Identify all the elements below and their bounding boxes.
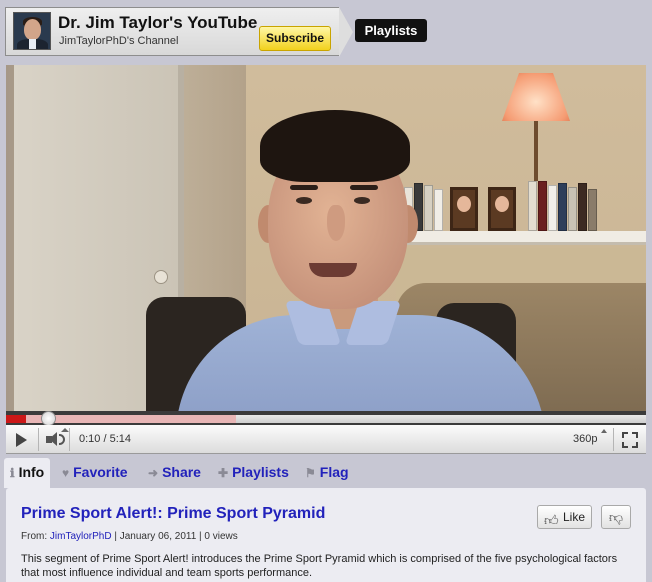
quality-menu-icon[interactable] [601,429,607,433]
tab-info[interactable]: ℹ Info [4,458,51,488]
author-link[interactable]: JimTaylorPhD [50,531,112,542]
time-display: 0:10 / 5:14 [79,433,131,445]
like-button[interactable]: 👍︎ Like [537,505,592,529]
video-meta: From: JimTaylorPhD | January 06, 2011 | … [21,531,238,542]
tab-favorite[interactable]: ♥ Favorite [62,458,128,488]
from-label: From: [21,531,48,542]
progress-bar[interactable] [6,411,646,426]
info-icon: ℹ [10,466,15,480]
channel-banner: Dr. Jim Taylor's YouTube JimTaylorPhD's … [5,7,353,57]
fullscreen-icon[interactable] [622,432,638,448]
tab-playlists[interactable]: ✚ Playlists [218,458,289,488]
video-title[interactable]: Prime Sport Alert!: Prime Sport Pyramid [21,505,325,523]
subscribe-button[interactable]: Subscribe [259,26,331,51]
video-description: This segment of Prime Sport Alert! intro… [21,553,618,579]
channel-subtitle[interactable]: JimTaylorPhD's Channel [59,35,178,47]
heart-icon: ♥ [62,466,70,480]
progress-scrubber-handle[interactable] [41,411,57,426]
dislike-button[interactable]: 👎︎ [601,505,631,529]
plus-icon: ✚ [218,466,229,480]
video-info-panel: Prime Sport Alert!: Prime Sport Pyramid … [6,488,646,582]
video-frame[interactable] [6,65,646,411]
play-button[interactable] [6,425,38,454]
like-label: Like [563,510,586,524]
playlists-button[interactable]: Playlists [355,19,427,42]
video-tabs: ℹ Info ♥ Favorite ➜ Share ✚ Playlists ⚑ Flag [0,458,652,488]
channel-avatar[interactable] [13,12,51,50]
flag-icon: ⚑ [305,466,316,480]
volume-slider-toggle-icon[interactable] [61,428,69,432]
date-views: | January 06, 2011 | 0 views [114,531,238,542]
tab-flag[interactable]: ⚑ Flag [305,458,349,488]
play-icon [16,433,27,447]
thumbs-down-icon: 👎︎ [608,509,624,525]
channel-header: Dr. Jim Taylor's YouTube JimTaylorPhD's … [0,0,652,60]
progress-played [6,415,27,423]
quality-button[interactable]: 360p [573,433,597,445]
thumbs-up-icon: 👍︎ [544,512,559,528]
tab-share[interactable]: ➜ Share [148,458,201,488]
share-arrow-icon: ➜ [148,466,159,480]
player-controls: 0:10 / 5:14 360p [6,425,646,454]
channel-title[interactable]: Dr. Jim Taylor's YouTube [58,13,257,33]
